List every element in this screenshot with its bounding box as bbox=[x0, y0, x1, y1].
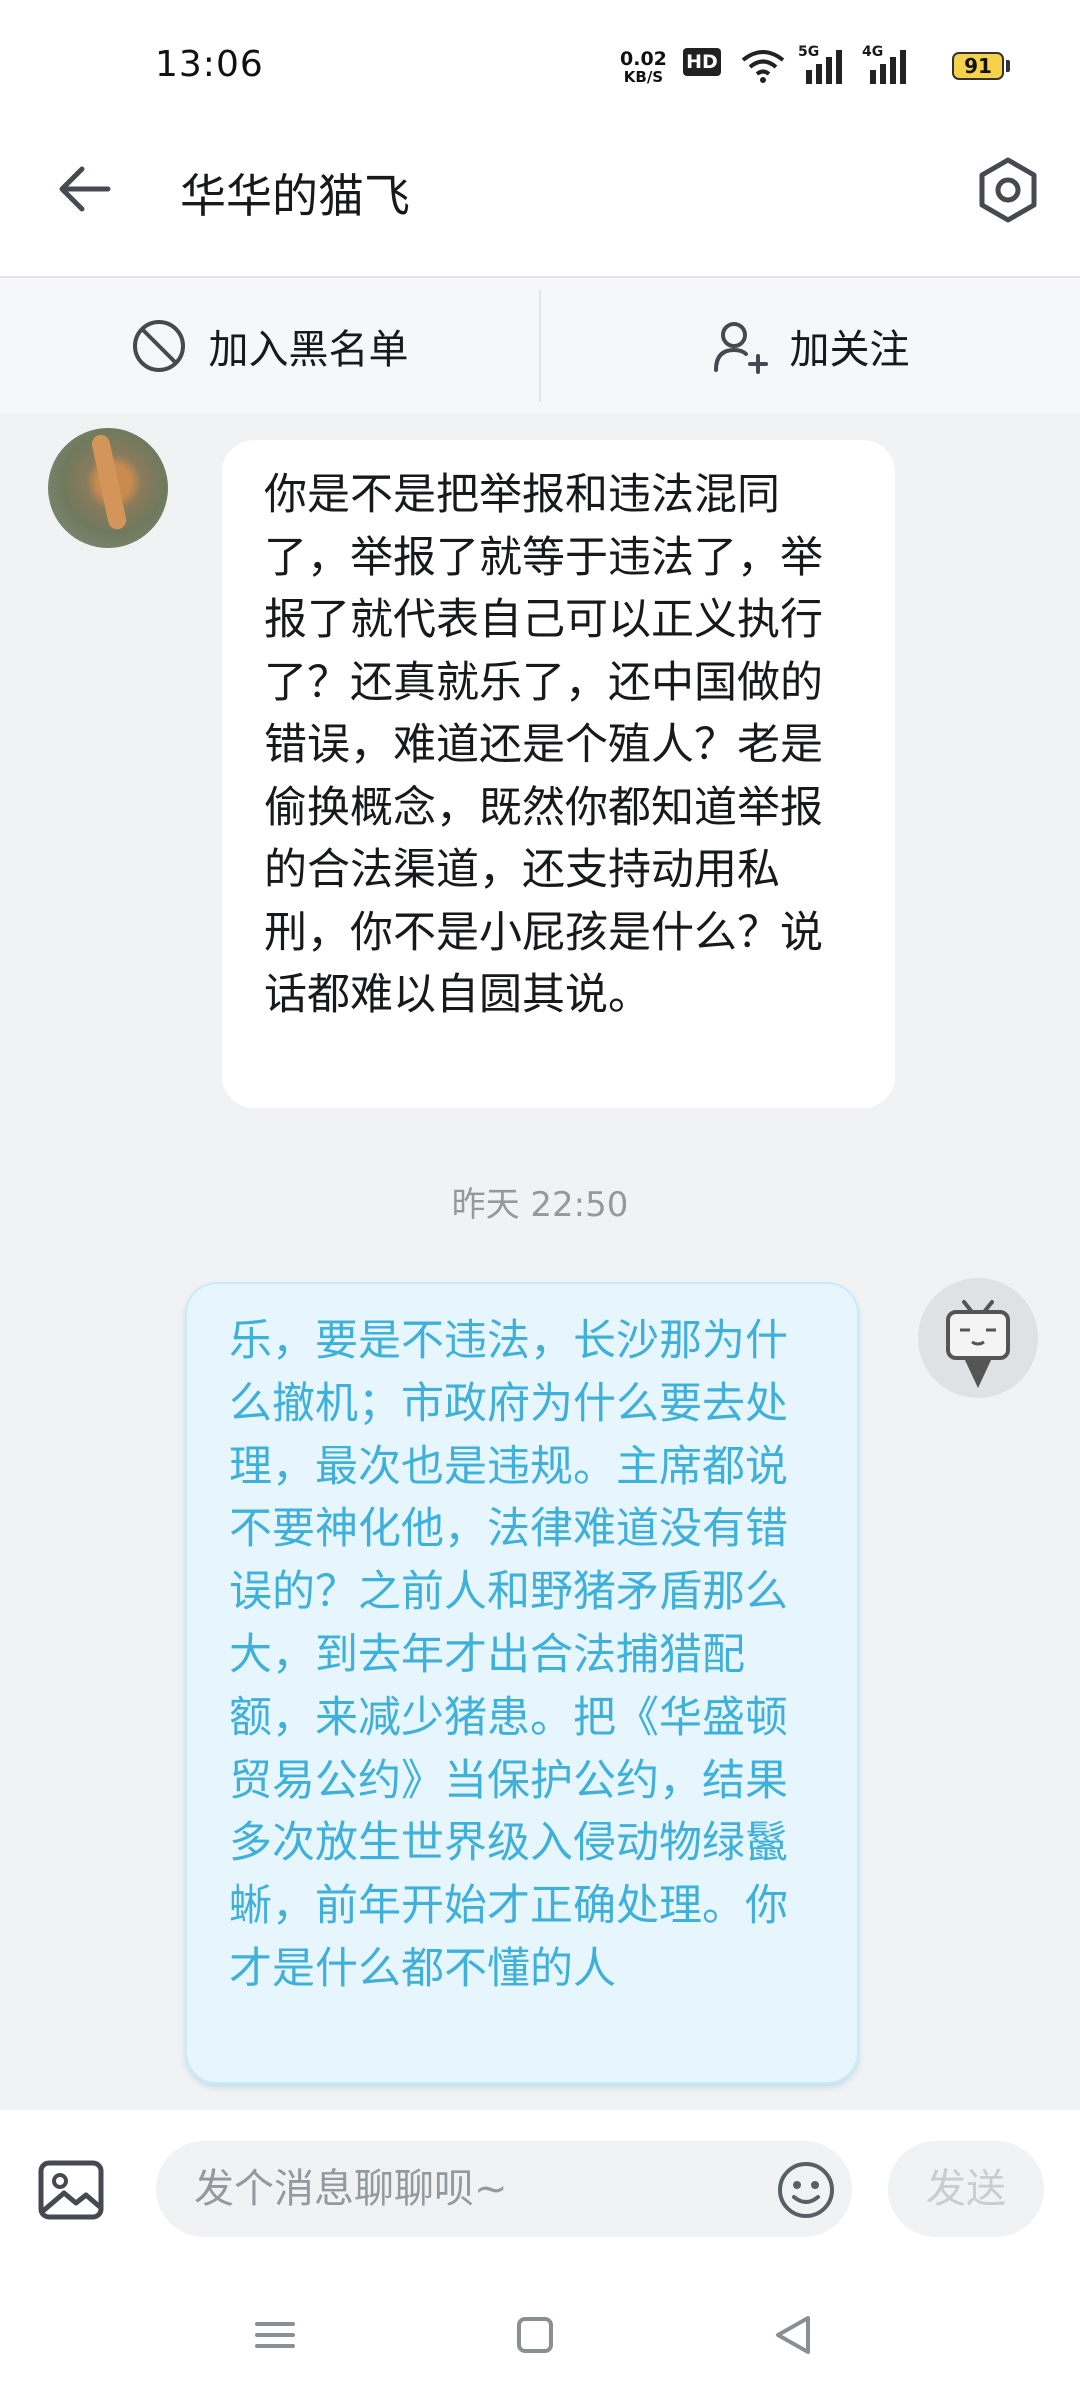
block-icon bbox=[132, 320, 185, 372]
home-icon[interactable] bbox=[500, 2300, 570, 2370]
network-speed-value: 0.02 bbox=[620, 48, 667, 70]
follow-label: 加关注 bbox=[789, 327, 910, 373]
sent-message-text: 乐，要是不违法，长沙那为什么撤机；市政府为什么要去处理，最次也是违规。主席都说不… bbox=[229, 1316, 788, 1994]
send-button[interactable]: 发送 bbox=[888, 2141, 1044, 2237]
hd-icon: HD bbox=[683, 48, 721, 76]
message-input[interactable] bbox=[194, 2141, 754, 2237]
message-input-box bbox=[156, 2141, 852, 2237]
page-title: 华华的猫飞 bbox=[180, 169, 410, 223]
battery-tip bbox=[1006, 60, 1010, 72]
back-arrow-icon[interactable] bbox=[50, 154, 120, 224]
status-time: 13:06 bbox=[155, 44, 264, 85]
wifi-icon bbox=[741, 50, 785, 83]
image-icon[interactable] bbox=[36, 2155, 106, 2225]
follow-button[interactable]: 加关注 bbox=[541, 278, 1080, 414]
signal-5g-icon: 5G bbox=[798, 44, 848, 84]
message-timestamp: 昨天 22:50 bbox=[451, 1185, 629, 1225]
menu-icon[interactable] bbox=[240, 2300, 310, 2370]
tv-mascot-icon bbox=[946, 1300, 1010, 1388]
back-triangle-icon[interactable] bbox=[758, 2300, 828, 2370]
network-speed: 0.02 KB/S bbox=[620, 48, 667, 87]
network-speed-unit: KB/S bbox=[623, 68, 664, 86]
add-to-blacklist-button[interactable]: 加入黑名单 bbox=[0, 278, 539, 414]
signal-4g-label: 4G bbox=[862, 44, 884, 60]
emoji-icon[interactable] bbox=[776, 2160, 836, 2220]
signal-4g-icon: 4G bbox=[862, 44, 912, 84]
received-message-text: 你是不是把举报和违法混同了，举报了就等于违法了，举报了就代表自己可以正义执行了？… bbox=[264, 470, 823, 1020]
hd-label: HD bbox=[686, 51, 718, 73]
battery-level: 91 bbox=[964, 54, 992, 78]
add-user-icon bbox=[713, 322, 768, 374]
my-avatar[interactable] bbox=[918, 1278, 1038, 1398]
battery-icon: 91 bbox=[952, 52, 1004, 80]
title-bar bbox=[0, 136, 1080, 278]
add-to-blacklist-label: 加入黑名单 bbox=[208, 327, 409, 373]
signal-5g-label: 5G bbox=[798, 44, 820, 60]
sender-avatar[interactable] bbox=[48, 428, 168, 548]
received-message-bubble[interactable]: 你是不是把举报和违法混同了，举报了就等于违法了，举报了就代表自己可以正义执行了？… bbox=[222, 440, 895, 1108]
sent-message-bubble[interactable]: 乐，要是不违法，长沙那为什么撤机；市政府为什么要去处理，最次也是违规。主席都说不… bbox=[185, 1282, 859, 2084]
settings-icon[interactable] bbox=[972, 154, 1044, 226]
